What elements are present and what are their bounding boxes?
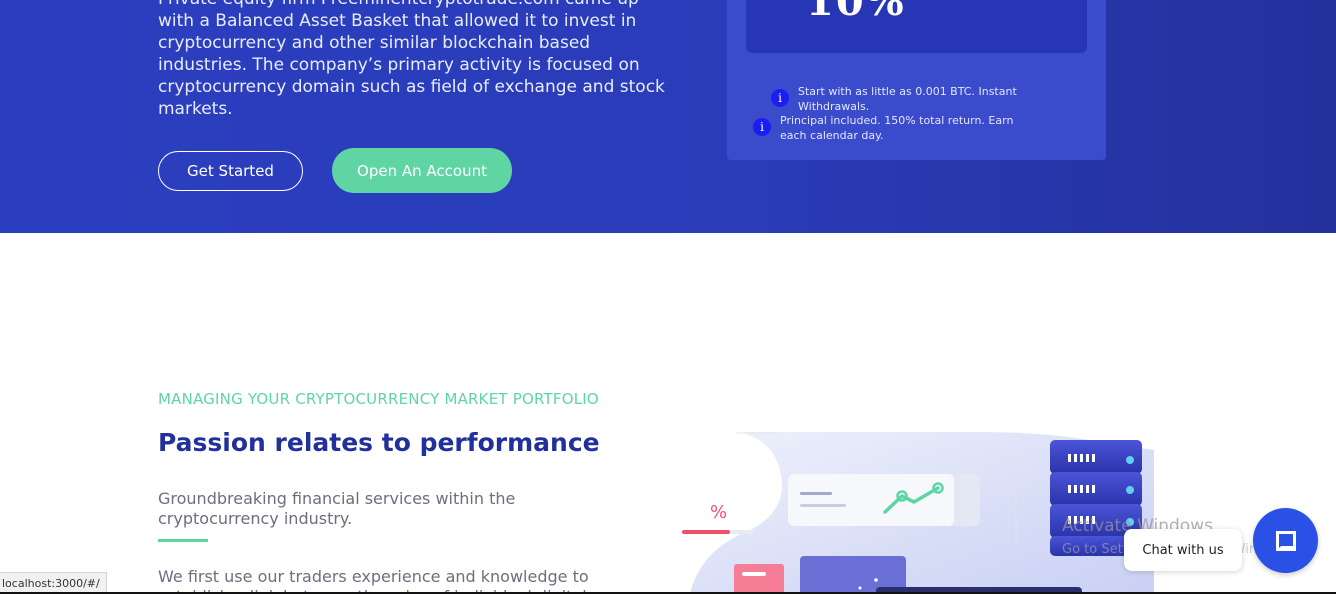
percent-label: %	[710, 502, 727, 523]
plan-info-text: Principal included. 150% total return. E…	[780, 114, 1014, 142]
section-headline: Passion relates to performance	[158, 428, 600, 457]
info-icon: i	[753, 118, 771, 136]
section-subheading: Groundbreaking financial services within…	[158, 489, 516, 528]
plan-rate: 10%	[806, 0, 906, 25]
get-started-button[interactable]: Get Started	[158, 151, 303, 191]
browser-status-url: localhost:3000/#/	[0, 572, 107, 594]
plan-card: 10% i Start with as little as 0.001 BTC.…	[727, 0, 1106, 160]
page: Private equity firm Preeminentcryptotrad…	[0, 0, 1336, 594]
portfolio-illustration: %	[680, 430, 1160, 594]
accent-divider	[158, 539, 208, 542]
chat-button[interactable]	[1253, 508, 1318, 573]
section-body: We first use our traders experience and …	[158, 567, 589, 594]
hero-section: Private equity firm Preeminentcryptotrad…	[0, 0, 1336, 233]
chat-label-bubble[interactable]: Chat with us	[1124, 529, 1242, 571]
hero-description: Private equity firm Preeminentcryptotrad…	[158, 0, 665, 119]
info-icon: i	[771, 89, 789, 107]
plan-rate-panel: 10%	[746, 0, 1087, 53]
plan-info-text: Start with as little as 0.001 BTC. Insta…	[798, 85, 1017, 113]
plan-info-item: i Start with as little as 0.001 BTC. Ins…	[771, 84, 1021, 114]
open-account-button[interactable]: Open An Account	[332, 148, 512, 193]
section-eyebrow: MANAGING YOUR CRYPTOCURRENCY MARKET PORT…	[158, 390, 599, 408]
plan-info-item: i Principal included. 150% total return.…	[753, 113, 1023, 143]
chat-icon	[1275, 530, 1296, 551]
chat-label: Chat with us	[1142, 542, 1224, 558]
illustration-graphic: %	[682, 432, 1154, 594]
